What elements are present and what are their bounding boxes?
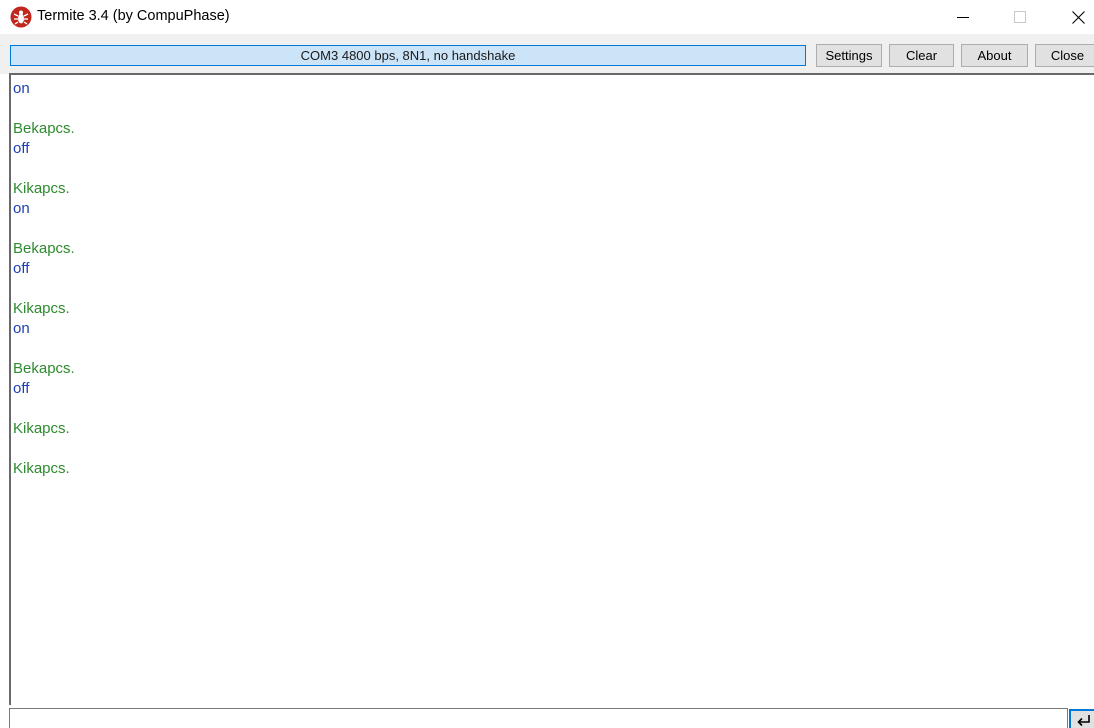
termite-bug-icon[interactable] <box>10 6 32 28</box>
maximize-button[interactable] <box>997 0 1043 34</box>
title-bar[interactable]: Termite 3.4 (by CompuPhase) <box>0 0 1094 34</box>
settings-button[interactable]: Settings <box>816 44 882 67</box>
port-status-bar[interactable]: COM3 4800 bps, 8N1, no handshake <box>10 45 806 66</box>
close-icon <box>1071 10 1085 24</box>
enter-return-icon <box>1077 715 1090 727</box>
received-line: on <box>13 80 30 97</box>
received-line: off <box>13 260 30 277</box>
minimize-button[interactable] <box>940 0 986 34</box>
send-input[interactable] <box>9 708 1068 728</box>
sent-line: Kikapcs. <box>13 420 70 437</box>
received-line: off <box>13 140 30 157</box>
clear-button[interactable]: Clear <box>889 44 954 67</box>
about-button[interactable]: About <box>961 44 1028 67</box>
close-window-button[interactable] <box>1055 0 1094 34</box>
toolbar: COM3 4800 bps, 8N1, no handshake Setting… <box>0 34 1094 74</box>
minimize-icon <box>957 17 969 18</box>
output-lines: on Bekapcs. off Kikapcs. on Bekapcs. off Kikapc… <box>13 79 75 479</box>
sent-line: Bekapcs. <box>13 240 75 257</box>
sent-line: Bekapcs. <box>13 360 75 377</box>
sent-line: Kikapcs. <box>13 460 70 477</box>
received-line: off <box>13 380 30 397</box>
maximize-icon <box>1014 11 1026 23</box>
close-button[interactable]: Close <box>1035 44 1094 67</box>
window-title: Termite 3.4 (by CompuPhase) <box>37 8 230 24</box>
send-button[interactable] <box>1069 709 1094 728</box>
sent-line: Kikapcs. <box>13 180 70 197</box>
received-line: on <box>13 320 30 337</box>
sent-line: Kikapcs. <box>13 300 70 317</box>
sent-line: Bekapcs. <box>13 120 75 137</box>
port-status-text: COM3 4800 bps, 8N1, no handshake <box>300 48 516 63</box>
termite-window: Termite 3.4 (by CompuPhase) COM3 4800 bp… <box>0 0 1094 728</box>
received-line: on <box>13 200 30 217</box>
terminal-output[interactable]: on Bekapcs. off Kikapcs. on Bekapcs. off Kikapc… <box>9 73 1094 705</box>
